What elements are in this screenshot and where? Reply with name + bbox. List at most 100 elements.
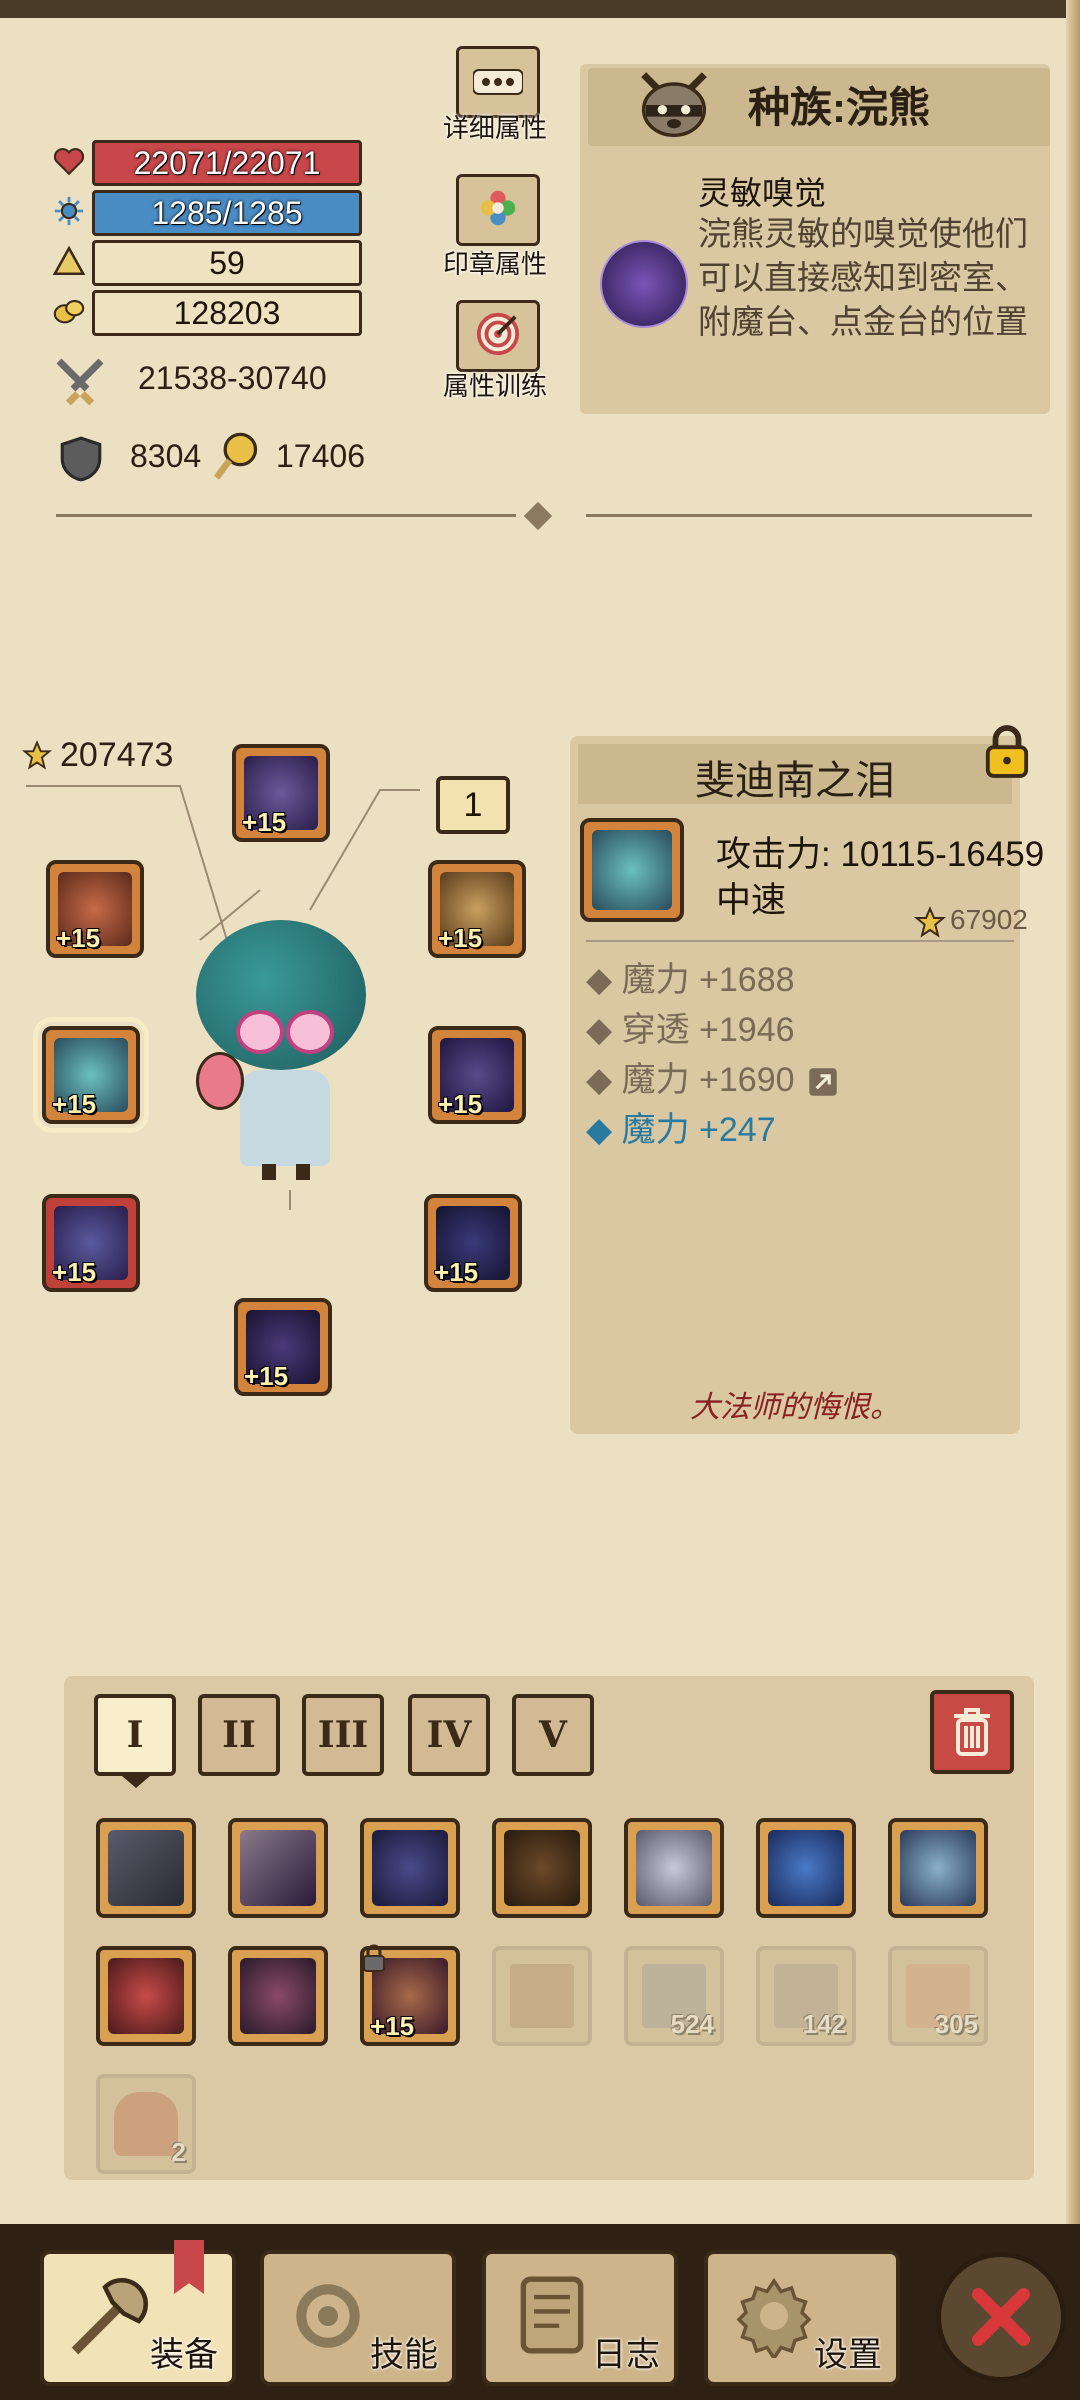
shoulder-enhance: +15 [438,1089,483,1119]
legs-enhance: +15 [244,1361,289,1391]
item-divider [586,940,1014,942]
close-button[interactable] [936,2252,1066,2382]
heart-icon [53,148,85,176]
staff-preview-icon [592,830,672,910]
attr-text: 魔力 +1690 [621,1061,795,1099]
helmet-enhance: +15 [242,807,287,837]
attr-text: 魔力 +247 [621,1111,776,1149]
star-icon [22,740,52,770]
nav-log-label: 日志 [592,2336,660,2374]
offhand-enhance: +15 [56,923,101,953]
nav-equipment-label: 装备 [150,2336,218,2374]
helmet-slot[interactable]: +15 [232,744,330,842]
tab-page-5[interactable]: V [512,1694,594,1776]
gloves-slot[interactable]: +15 [42,1194,140,1292]
legs-slot[interactable]: +15 [234,1298,332,1396]
crate-count: 142 [802,2009,846,2039]
tab-page-4[interactable]: IV [408,1694,490,1776]
item-star-icon [914,906,946,938]
stone-count: 524 [670,2009,714,2039]
seal-attributes-button[interactable] [456,174,540,246]
level-icon [52,245,86,276]
swords-icon [56,358,104,406]
inv-item-6[interactable] [756,1818,856,1918]
race-title: 种族:浣熊 [748,84,930,131]
inv-material-1[interactable] [492,1946,592,2046]
attack-value: 21538-30740 [138,360,327,396]
inv-item-7[interactable] [888,1818,988,1918]
game-screen: 22071/22071 1285/1285 59 128203 21538-30… [0,0,1080,2400]
inv-item-9[interactable] [228,1946,328,2046]
main-weapon-slot[interactable]: +15 [33,1017,149,1133]
ornate-armor-icon [900,1830,976,1906]
maraca-icon [196,1052,244,1110]
amulet-slot[interactable]: +15 [428,860,526,958]
bookmark-ribbon [174,2240,204,2294]
inv-material-2[interactable]: 524 [624,1946,724,2046]
item-attr-1: ◆ 魔力 +1688 [586,961,795,999]
inv-item-1[interactable] [96,1818,196,1918]
inv-material-3[interactable]: 142 [756,1946,856,2046]
tab-page-1[interactable]: I [94,1694,176,1776]
trash-button[interactable] [930,1690,1014,1774]
red-gauntlet-icon [108,1958,184,2034]
winged-armor-icon [636,1830,712,1906]
chest-slot[interactable]: +15 [424,1194,522,1292]
nav-log-button[interactable]: 日志 [482,2250,678,2386]
weapon-offhand-slot[interactable]: +15 [46,860,144,958]
skill-gear-icon [296,2284,360,2348]
seal-icon [480,190,516,226]
weapon-enhance: +15 [52,1089,97,1119]
inv-item-2[interactable] [228,1818,328,1918]
target-icon [476,312,520,356]
lock-icon[interactable] [984,724,1030,778]
chair-icon [510,1964,574,2028]
horned-helmet-icon [372,1830,448,1906]
mp-bar: 1285/1285 [92,190,362,236]
inv-item-10[interactable]: +15 [360,1944,460,2046]
skill-description: 浣熊灵敏的嗅觉使他们可以直接感知到密室、附魔台、点金台的位置 [698,215,1028,340]
nav-settings-button[interactable]: 设置 [704,2250,900,2386]
upgrade-arrow-icon [809,1068,837,1096]
attribute-training-button[interactable] [456,300,540,372]
magic-resist-icon [213,432,258,480]
character-glasses-right [286,1010,334,1054]
seal-attributes-label: 印章属性 [442,249,547,279]
dots-icon [473,69,523,95]
bat-amulet-icon [240,1958,316,2034]
tab-page-3[interactable]: III [302,1694,384,1776]
gold-bar: 128203 [92,290,362,336]
armor-value: 8304 [130,438,202,474]
inv-item-4[interactable] [492,1818,592,1918]
small-lock-icon [363,1944,385,1972]
top-border [0,0,1080,18]
character-leg-right [296,1164,310,1180]
gold-icon [53,300,85,324]
inv-material-5[interactable]: 2 [96,2074,196,2174]
item-attack: 攻击力: 10115-16459 [716,835,1045,874]
item-speed: 中速 [716,881,787,920]
inv-material-4[interactable]: 305 [888,1946,988,2046]
tab-indicator [122,1776,150,1788]
item-attr-4: ◆ 魔力 +247 [586,1111,776,1149]
item-preview-slot [580,818,684,922]
inv-item-5[interactable] [624,1818,724,1918]
nav-skills-button[interactable]: 技能 [260,2250,456,2386]
inv-item-8[interactable] [96,1946,196,2046]
hp-bar: 22071/22071 [92,140,362,186]
item-attr-2: ◆ 穿透 +1946 [586,1011,795,1049]
level-bar: 59 [92,240,362,286]
detail-attributes-label: 详细属性 [442,113,547,143]
inv-item-3[interactable] [360,1818,460,1918]
dagger-icon [108,1830,184,1906]
attr-text: 魔力 +1688 [621,961,795,999]
nav-equipment-button[interactable]: 装备 [40,2240,236,2386]
attribute-training-label: 属性训练 [442,371,547,401]
talisman-enhance: +15 [370,2011,415,2041]
tab-page-2[interactable]: II [198,1694,280,1776]
powder-count: 2 [171,2137,186,2167]
shield-icon [60,436,102,482]
shoulder-slot[interactable]: +15 [428,1026,526,1124]
divider-right [586,514,1032,517]
character-hair [196,920,366,1070]
